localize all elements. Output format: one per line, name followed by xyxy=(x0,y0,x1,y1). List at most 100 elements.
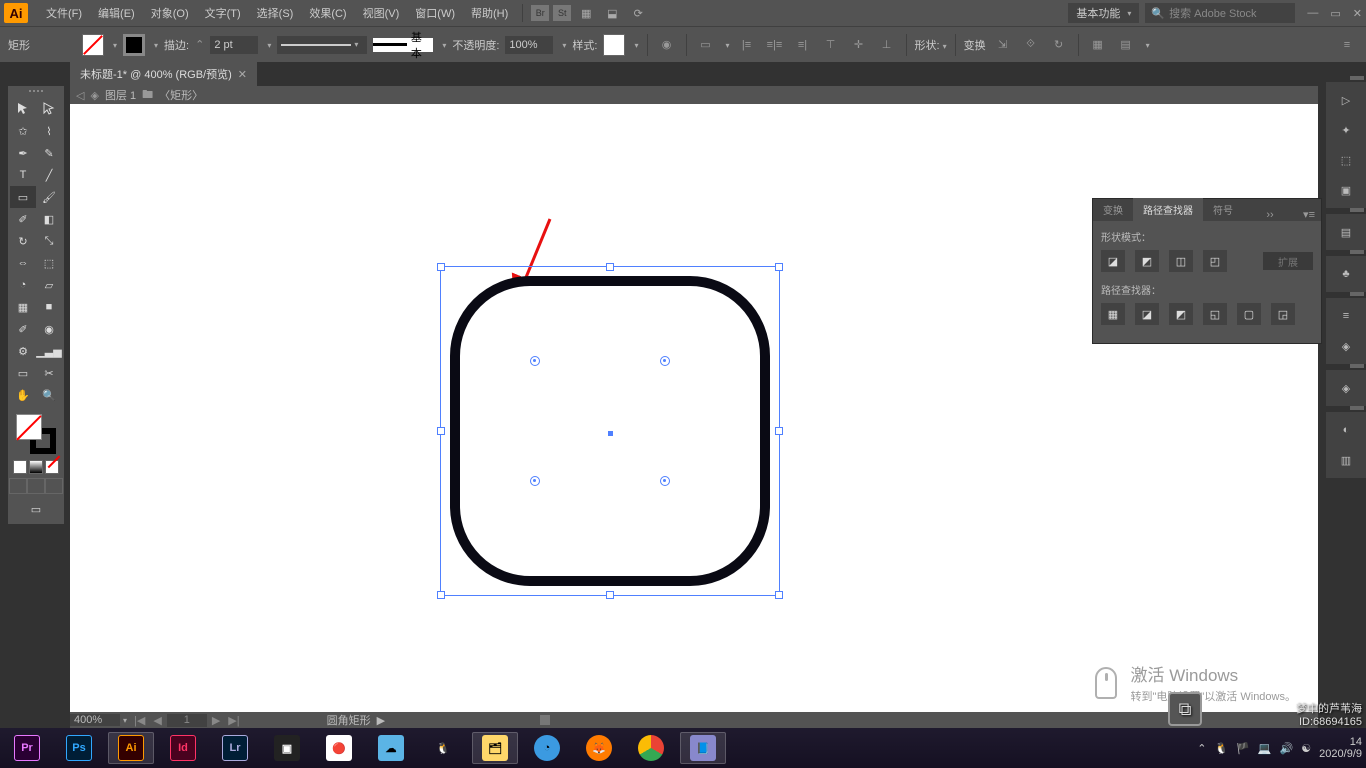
gradient-mode-icon[interactable] xyxy=(29,460,43,474)
taskbar-firefox[interactable]: 🦊 xyxy=(576,732,622,764)
breadcrumb-object[interactable]: 〈矩形〉 xyxy=(159,87,203,103)
screen-mode-icon[interactable]: ▭ xyxy=(23,498,49,520)
rectangle-tool[interactable]: ▭ xyxy=(10,186,36,208)
tray-flag-icon[interactable]: 🏴 xyxy=(1236,742,1250,755)
opacity-input[interactable] xyxy=(505,36,553,54)
align-hcenter-icon[interactable]: ≡|≡ xyxy=(764,34,786,56)
line-tool[interactable]: ╱ xyxy=(36,164,62,186)
canvas[interactable] xyxy=(70,104,1318,712)
taskbar-photoshop[interactable]: Ps xyxy=(56,732,102,764)
panel-tab-pathfinder[interactable]: 路径查找器 xyxy=(1133,198,1203,221)
corner-widget-tr[interactable] xyxy=(660,356,670,366)
stock-icon[interactable]: St xyxy=(553,5,571,21)
minus-back-icon[interactable]: ◲ xyxy=(1271,303,1295,325)
shape-dropdown[interactable]: 形状: xyxy=(915,37,947,53)
minimize-button[interactable]: ― xyxy=(1307,7,1318,20)
menu-select[interactable]: 选择(S) xyxy=(249,5,302,21)
align-doc-dropdown-icon[interactable] xyxy=(723,39,730,51)
blend-tool[interactable]: ◉ xyxy=(36,318,62,340)
graphic-styles-icon[interactable]: ▥ xyxy=(1334,448,1358,472)
fill-stroke-indicator[interactable] xyxy=(16,414,56,454)
pen-tool[interactable]: ✒ xyxy=(10,142,36,164)
corner-widget-br[interactable] xyxy=(660,476,670,486)
taskbar-indesign[interactable]: Id xyxy=(160,732,206,764)
zoom-tool[interactable]: 🔍 xyxy=(36,384,62,406)
properties-icon[interactable]: ▷ xyxy=(1334,88,1358,112)
document-tab[interactable]: 未标题-1* @ 400% (RGB/预览) ✕ xyxy=(70,62,257,86)
shape-builder-tool[interactable]: ◔ xyxy=(10,274,36,296)
draw-behind-icon[interactable] xyxy=(27,478,45,494)
style-swatch[interactable] xyxy=(603,34,625,56)
menu-view[interactable]: 视图(V) xyxy=(355,5,408,21)
artboards-icon[interactable]: ⬚ xyxy=(1334,148,1358,172)
gpu-icon[interactable]: ⬓ xyxy=(601,4,623,22)
recolor-icon[interactable]: ◉ xyxy=(656,34,678,56)
handle-top-right[interactable] xyxy=(775,263,783,271)
lasso-tool[interactable]: ⌇ xyxy=(36,120,62,142)
taskbar-premiere[interactable]: Pr xyxy=(4,732,50,764)
workspace-switcher[interactable]: 基本功能 xyxy=(1068,3,1139,23)
stroke-weight-dropdown-icon[interactable] xyxy=(264,39,271,51)
exclude-icon[interactable]: ◰ xyxy=(1203,250,1227,272)
curvature-tool[interactable]: ✎ xyxy=(36,142,62,164)
graph-tool[interactable]: ▁▃▅ xyxy=(36,340,62,362)
menu-type[interactable]: 文字(T) xyxy=(197,5,249,21)
paintbrush-tool[interactable]: 🖌 xyxy=(36,186,62,208)
scale-tool[interactable]: ⤡ xyxy=(36,230,62,252)
handle-mid-right[interactable] xyxy=(775,427,783,435)
status-arrow-icon[interactable]: ▶ xyxy=(377,714,385,727)
menu-window[interactable]: 窗口(W) xyxy=(407,5,463,21)
brush-definition[interactable]: 基本 xyxy=(373,38,433,52)
tray-qq-icon[interactable]: 🐧 xyxy=(1214,742,1228,755)
divide-icon[interactable]: ▦ xyxy=(1101,303,1125,325)
handle-top-mid[interactable] xyxy=(606,263,614,271)
selection-tool[interactable] xyxy=(10,98,36,120)
zoom-level[interactable]: 400% xyxy=(70,714,120,726)
artboard-number[interactable]: 1 xyxy=(167,714,207,727)
panel-tab-transform[interactable]: 变换 xyxy=(1093,198,1133,221)
nav-next-icon[interactable]: ▶ xyxy=(209,714,223,727)
edit-icon[interactable]: ▤ xyxy=(1115,34,1137,56)
selected-shape[interactable] xyxy=(450,276,770,586)
css-icon[interactable]: ✦ xyxy=(1334,118,1358,142)
stroke-dropdown-icon[interactable] xyxy=(151,39,158,51)
transform-rot-icon[interactable]: ↻ xyxy=(1048,34,1070,56)
brushes-icon[interactable]: ▤ xyxy=(1334,220,1358,244)
menu-effect[interactable]: 效果(C) xyxy=(301,5,354,21)
corner-widget-bl[interactable] xyxy=(530,476,540,486)
menu-edit[interactable]: 编辑(E) xyxy=(90,5,143,21)
eyedropper-tool[interactable]: ✐ xyxy=(10,318,36,340)
align-right-icon[interactable]: ≡| xyxy=(792,34,814,56)
free-transform-tool[interactable]: ⬚ xyxy=(36,252,62,274)
magic-wand-tool[interactable]: ✩ xyxy=(10,120,36,142)
align-top-icon[interactable]: ⊤ xyxy=(820,34,842,56)
draw-normal-icon[interactable] xyxy=(9,478,27,494)
align-left-icon[interactable]: |≡ xyxy=(736,34,758,56)
minus-front-icon[interactable]: ◩ xyxy=(1135,250,1159,272)
h-scrollbar-thumb[interactable] xyxy=(540,715,550,725)
layers-icon[interactable]: ▣ xyxy=(1334,178,1358,202)
taskbar-chrome[interactable] xyxy=(628,732,674,764)
intersect-icon[interactable]: ◫ xyxy=(1169,250,1193,272)
layers-panel-icon[interactable]: ◈ xyxy=(1334,376,1358,400)
swatches-icon[interactable]: ♣ xyxy=(1334,262,1358,286)
transform-label[interactable]: 变换 xyxy=(964,37,986,53)
isolate-icon[interactable]: ▦ xyxy=(1087,34,1109,56)
taskbar-notes[interactable]: 📘 xyxy=(680,732,726,764)
breadcrumb-layer[interactable]: 图层 1 xyxy=(105,87,136,103)
corner-widget-tl[interactable] xyxy=(530,356,540,366)
menu-file[interactable]: 文件(F) xyxy=(38,5,90,21)
panel-collapse-icon[interactable]: ›› xyxy=(1260,209,1279,221)
extra-dropdown-icon[interactable] xyxy=(1143,39,1150,51)
panel-menu-icon[interactable]: ▾≡ xyxy=(1297,208,1321,221)
arrange-docs-icon[interactable]: ▦ xyxy=(575,4,597,22)
taskbar-explorer[interactable]: 🗂 xyxy=(472,732,518,764)
panel-menu-icon[interactable]: ≡ xyxy=(1336,34,1358,56)
opacity-dropdown-icon[interactable] xyxy=(559,39,566,51)
tray-ime-icon[interactable]: ☯ xyxy=(1301,742,1311,755)
menu-help[interactable]: 帮助(H) xyxy=(463,5,516,21)
symbol-sprayer-tool[interactable]: ⚙ xyxy=(10,340,36,362)
handle-bot-left[interactable] xyxy=(437,591,445,599)
taskbar-app2[interactable]: ☁ xyxy=(368,732,414,764)
outline-icon[interactable]: ▢ xyxy=(1237,303,1261,325)
